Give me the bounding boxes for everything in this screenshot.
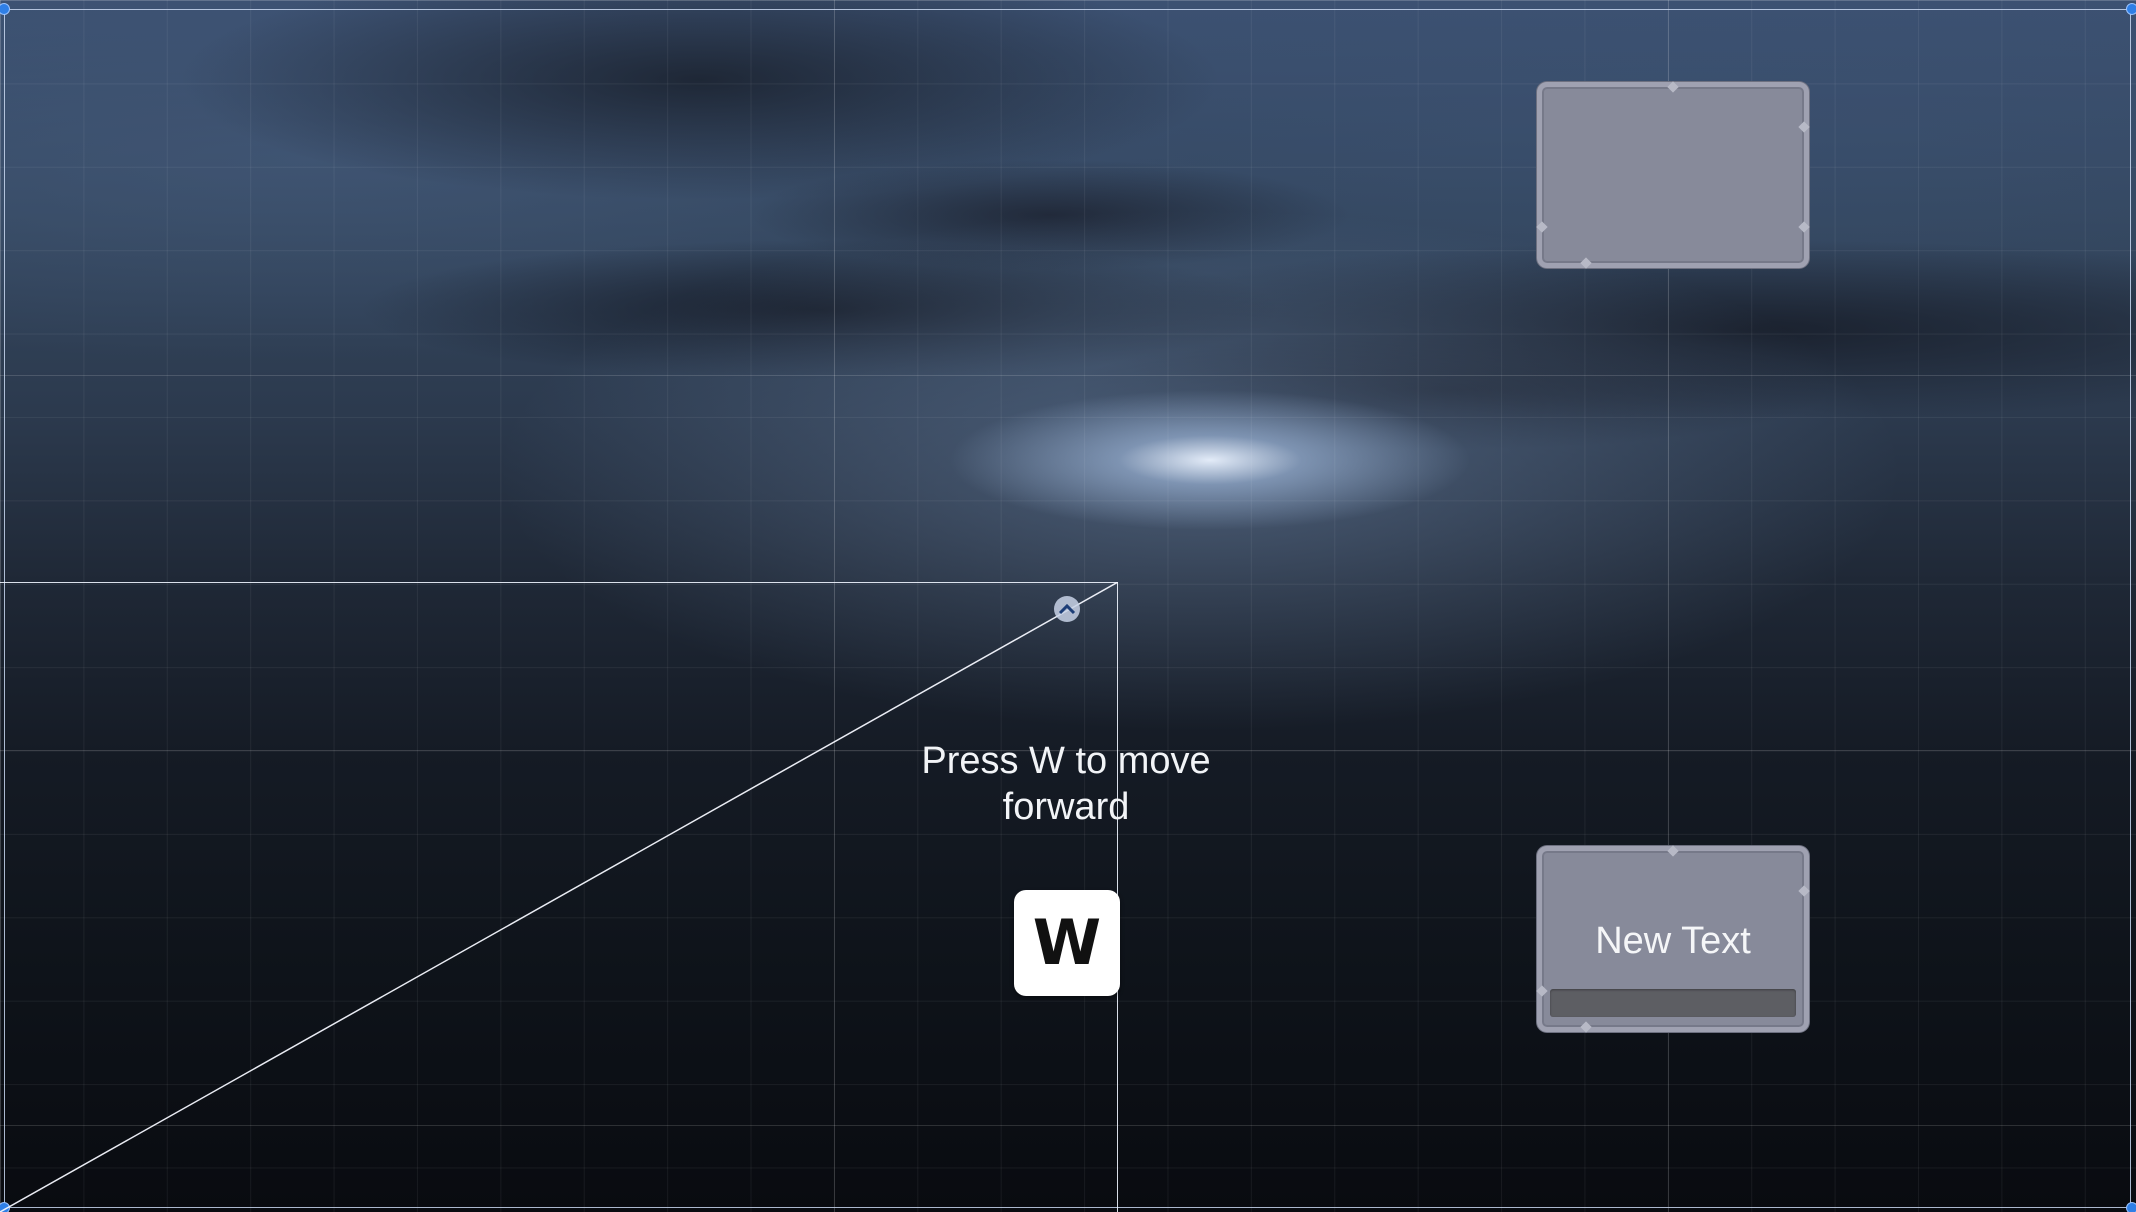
ui-panel-bottom[interactable]: New Text — [1536, 845, 1810, 1033]
panel-notch-bottom — [1580, 1021, 1592, 1033]
w-key-icon: W — [1014, 890, 1120, 996]
w-key-label: W — [1032, 906, 1102, 979]
panel-notch-bottom — [1580, 257, 1592, 269]
canvas-corner-handle-bottom-right[interactable] — [2126, 1202, 2136, 1212]
anchor-handle-icon[interactable] — [1054, 596, 1080, 622]
panel-notch-right — [1798, 885, 1810, 897]
panel-notch-right — [1798, 121, 1810, 133]
tutorial-prompt-text: Press W to move forward — [921, 740, 1211, 828]
new-text-label: New Text — [1595, 920, 1751, 962]
panel-notch-top — [1667, 81, 1679, 93]
canvas-corner-handle-top-right[interactable] — [2126, 3, 2136, 15]
game-scene-view: Press W to move forward W New Text — [0, 0, 2136, 1212]
ui-panel-top[interactable] — [1536, 81, 1810, 269]
panel-notch-right-lower — [1798, 221, 1810, 233]
selection-diagonal-line — [0, 582, 1118, 1212]
panel-input-bar[interactable] — [1550, 989, 1796, 1017]
panel-notch-left — [1536, 221, 1548, 233]
panel-notch-left — [1536, 985, 1548, 997]
panel-notch-top — [1667, 845, 1679, 857]
